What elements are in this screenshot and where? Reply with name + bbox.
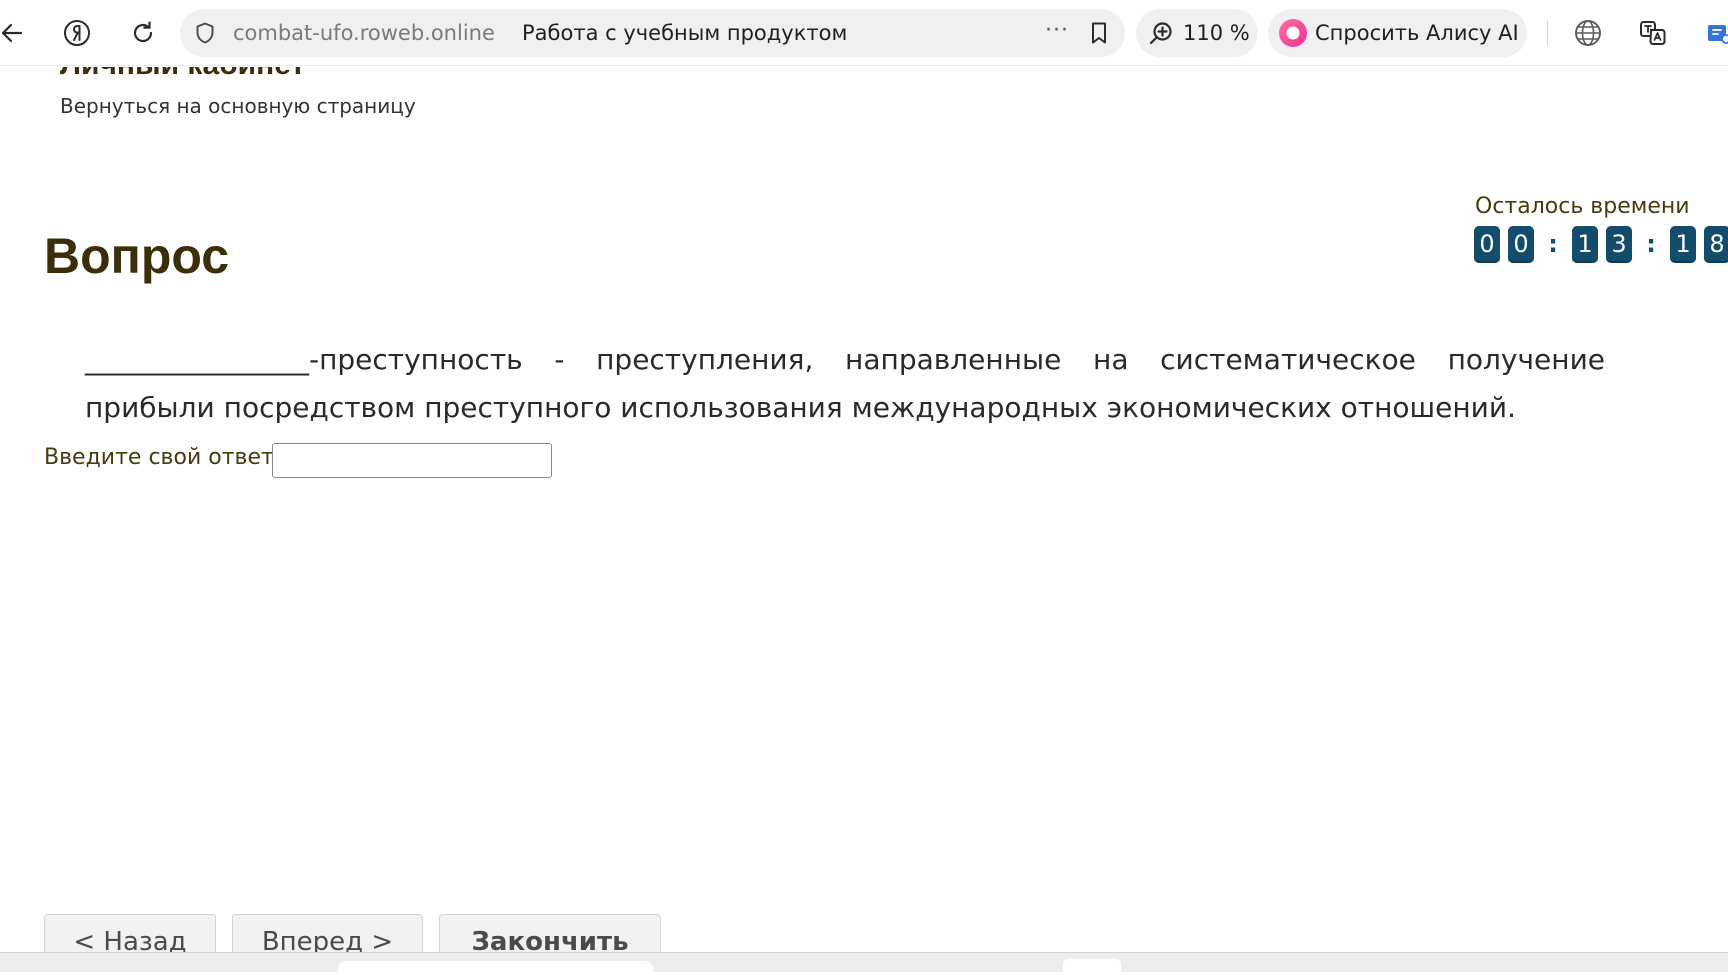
ask-alice-label: Спросить Алису AI [1315, 21, 1519, 45]
zoom-indicator[interactable]: 110 % [1136, 9, 1258, 57]
page-content: Личный кабинет Вернуться на основную стр… [0, 67, 1728, 952]
alice-icon [1278, 18, 1308, 48]
ask-alice-button[interactable]: Спросить Алису AI [1268, 9, 1527, 57]
toolbar-separator [1547, 20, 1548, 46]
back-button[interactable]: < Назад [44, 914, 216, 952]
back-to-main-link[interactable]: Вернуться на основную страницу [60, 93, 416, 119]
address-bar[interactable]: combat-ufo.roweb.online Работа с учебным… [180, 9, 1125, 57]
question-heading: Вопрос [44, 228, 230, 284]
timer-separator: : [1646, 230, 1656, 258]
url-domain[interactable]: combat-ufo.roweb.online [233, 20, 495, 46]
timer-hours-digit: 0 [1508, 226, 1534, 263]
answer-label: Введите свой ответ [44, 445, 274, 470]
bookmark-icon[interactable] [1086, 20, 1112, 46]
more-options-button[interactable]: ··· [1042, 19, 1072, 47]
bottom-tab-strip [0, 952, 1728, 975]
timer-label: Осталось времени [1475, 194, 1690, 219]
yandex-logo-icon[interactable] [59, 15, 95, 51]
zoom-level: 110 % [1183, 21, 1250, 45]
reload-icon[interactable] [125, 15, 161, 51]
arrow-left-icon[interactable] [0, 15, 30, 51]
next-button[interactable]: Вперед > [232, 914, 423, 952]
answer-input[interactable] [272, 443, 552, 478]
timer-minutes-digit: 1 [1572, 226, 1598, 263]
translate-icon[interactable] [1635, 15, 1671, 51]
globe-icon[interactable] [1570, 15, 1606, 51]
countdown-timer: 0 0 : 1 3 : 1 8 [1474, 226, 1728, 263]
finish-button[interactable]: Закончить [439, 914, 661, 952]
timer-seconds-digit: 1 [1670, 226, 1696, 263]
timer-separator: : [1548, 230, 1558, 258]
bottom-tab[interactable] [338, 961, 653, 975]
cabinet-title: Личный кабинет [60, 67, 305, 83]
shield-icon[interactable] [193, 21, 217, 45]
page-title[interactable]: Работа с учебным продуктом [522, 20, 847, 46]
timer-seconds-digit: 8 [1704, 226, 1728, 263]
question-text: ________________-преступность - преступл… [85, 343, 1605, 424]
browser-toolbar: combat-ufo.roweb.online Работа с учебным… [0, 0, 1728, 66]
timer-hours-digit: 0 [1474, 226, 1500, 263]
bottom-mini-tab[interactable] [1063, 959, 1121, 973]
extension-icon[interactable] [1700, 15, 1728, 51]
zoom-icon [1148, 20, 1174, 46]
timer-minutes-digit: 3 [1606, 226, 1632, 263]
